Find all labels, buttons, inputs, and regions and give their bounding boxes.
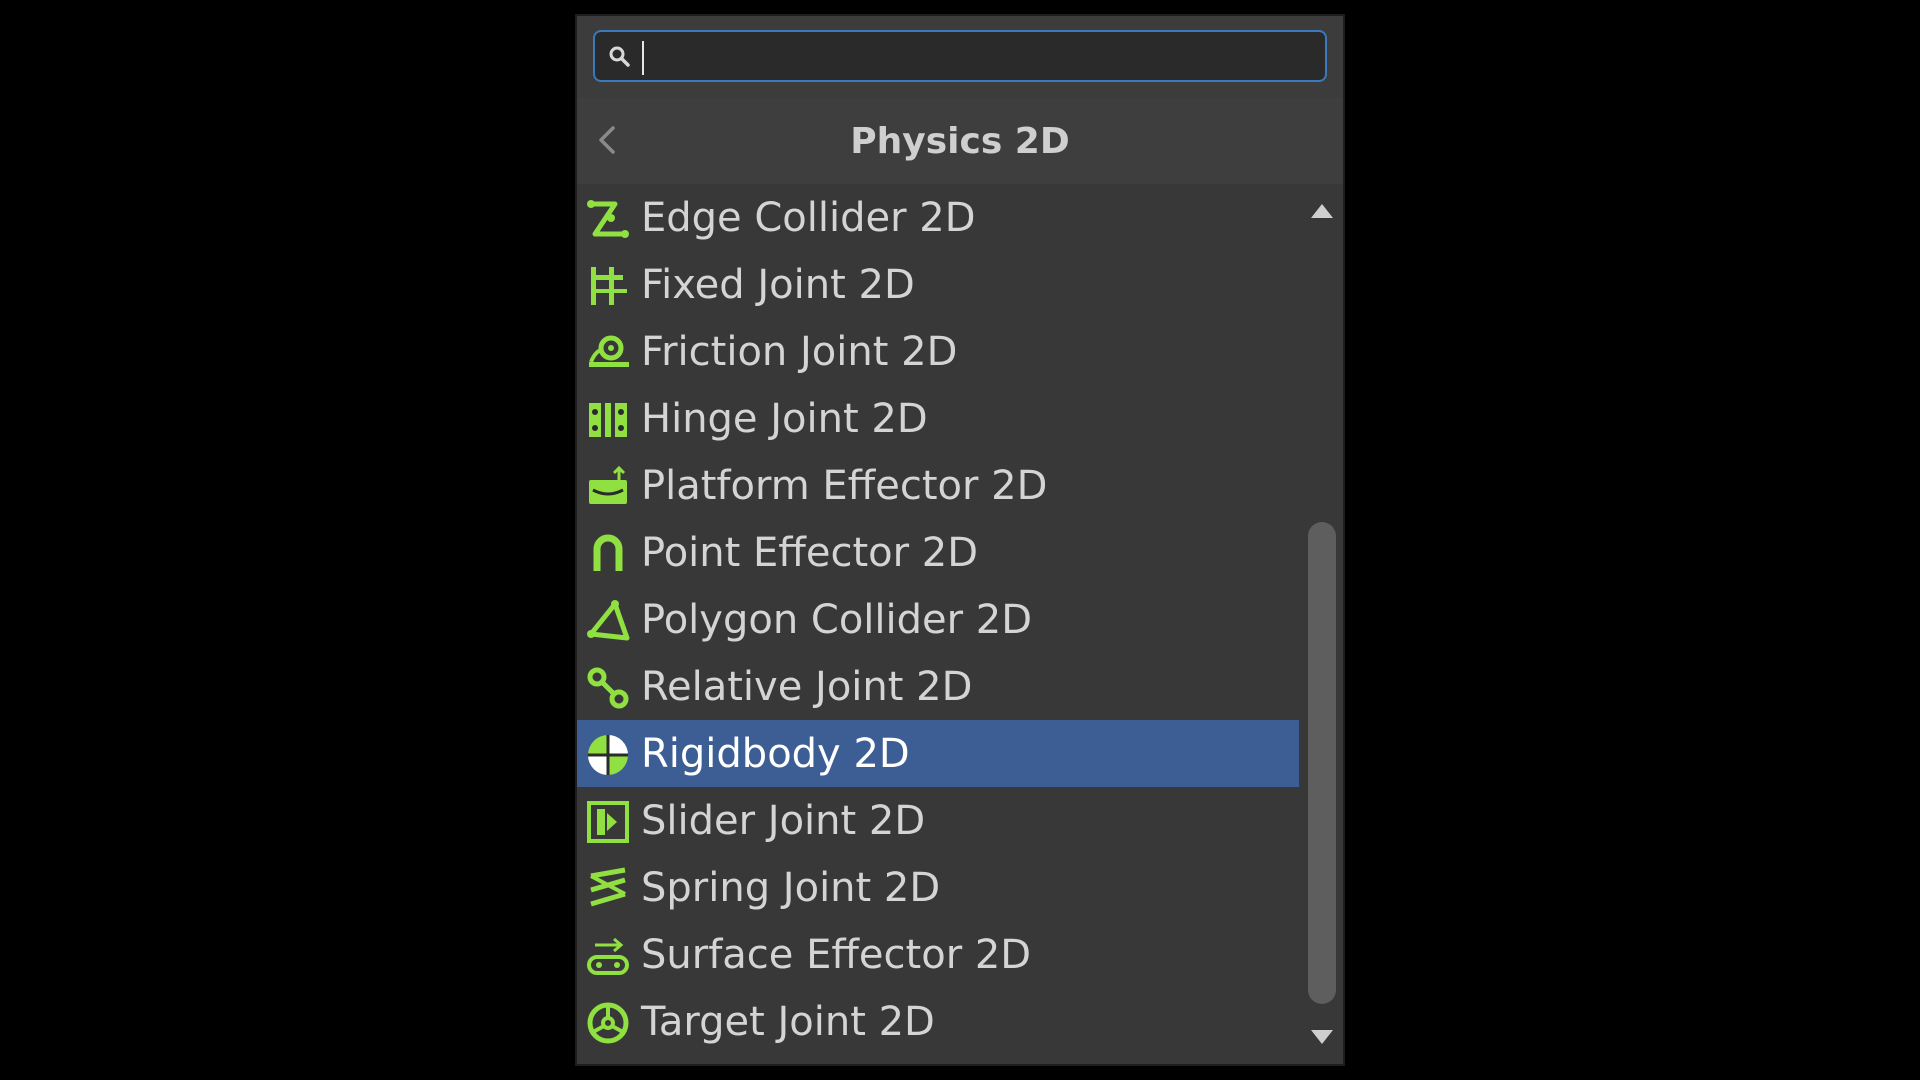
point-effector-2d-icon [593,534,623,571]
list-item-label: Spring Joint 2D [641,865,941,911]
polygon-collider-2d-icon [587,600,630,641]
list-item-label: Friction Joint 2D [641,329,958,375]
list-item-label: Surface Effector 2D [641,932,1032,978]
friction-joint-2d-icon [589,335,629,367]
edge-collider-2d-icon [587,200,629,238]
search-input[interactable] [639,36,1315,76]
list-item-label: Target Joint 2D [641,999,935,1045]
category-title: Physics 2D [850,121,1070,162]
list-item-label: Edge Collider 2D [641,195,976,241]
list-item-fixed-joint-2d[interactable]: Fixed Joint 2D [577,251,1299,318]
component-list: Edge Collider 2D Fixed Joint 2D Friction… [577,184,1299,1064]
vertical-scrollbar[interactable] [1299,184,1343,1064]
spring-joint-2d-icon [590,867,626,907]
rigidbody-2d-icon [588,735,628,775]
hinge-joint-2d-icon [589,403,627,437]
fixed-joint-2d-icon [591,267,627,305]
target-joint-2d-icon [587,1002,629,1044]
list-item-label: Relative Joint 2D [641,664,973,710]
list-item-point-effector-2d[interactable]: Point Effector 2D [577,519,1299,586]
platform-effector-2d-icon [589,465,627,504]
list-item-wheel-joint-2d[interactable]: Wheel Joint 2D [577,1055,1299,1064]
list-item-target-joint-2d[interactable]: Target Joint 2D [577,988,1299,1055]
relative-joint-2d-icon [587,667,629,709]
add-component-popup: Physics 2D Edge Collider 2D Fixed Joint … [575,14,1345,1066]
list-item-label: Fixed Joint 2D [641,262,915,308]
scrollbar-thumb[interactable] [1308,522,1336,1004]
list-item-label: Hinge Joint 2D [641,396,928,442]
list-item-label: Point Effector 2D [641,530,979,576]
list-item-spring-joint-2d[interactable]: Spring Joint 2D [577,854,1299,921]
list-item-slider-joint-2d[interactable]: Slider Joint 2D [577,787,1299,854]
search-icon [609,46,630,67]
list-item-hinge-joint-2d[interactable]: Hinge Joint 2D [577,385,1299,452]
scroll-up-arrow-icon[interactable] [1310,202,1334,220]
list-item-label: Platform Effector 2D [641,463,1048,509]
text-caret [642,41,644,75]
list-item-label: Polygon Collider 2D [641,597,1033,643]
list-item-platform-effector-2d[interactable]: Platform Effector 2D [577,452,1299,519]
list-item-edge-collider-2d[interactable]: Edge Collider 2D [577,184,1299,251]
list-item-polygon-collider-2d[interactable]: Polygon Collider 2D [577,586,1299,653]
list-item-label: Slider Joint 2D [641,798,926,844]
search-field[interactable] [593,30,1327,82]
list-item-surface-effector-2d[interactable]: Surface Effector 2D [577,921,1299,988]
surface-effector-2d-icon [587,937,629,975]
slider-joint-2d-icon [587,801,629,843]
category-header: Physics 2D [577,98,1343,184]
list-item-label: Rigidbody 2D [641,731,910,777]
list-item-friction-joint-2d[interactable]: Friction Joint 2D [577,318,1299,385]
list-item-rigidbody-2d[interactable]: Rigidbody 2D [577,720,1299,787]
scroll-down-arrow-icon[interactable] [1310,1028,1334,1046]
list-item-relative-joint-2d[interactable]: Relative Joint 2D [577,653,1299,720]
search-bar [577,16,1343,98]
